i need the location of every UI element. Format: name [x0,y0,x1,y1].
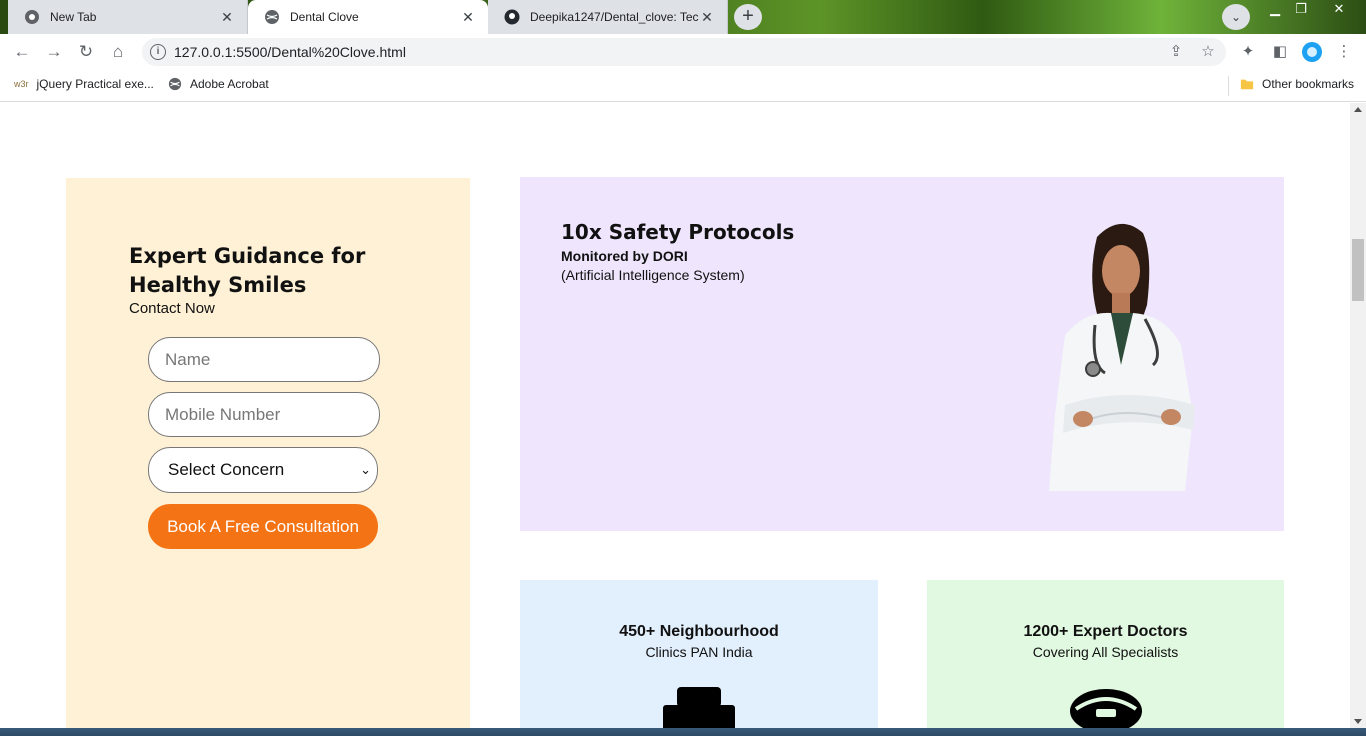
bookmark-label: jQuery Practical exe... [36,77,154,91]
chrome-icon [24,9,40,25]
address-bar[interactable]: i 127.0.0.1:5500/Dental%20Clove.html ⇪ ☆ [142,38,1226,66]
share-icon[interactable]: ⇪ [1167,43,1185,61]
info-icon[interactable]: i [150,44,166,60]
browser-toolbar: ← → ↻ ⌂ i 127.0.0.1:5500/Dental%20Clove.… [0,34,1366,70]
scroll-down-arrow-icon[interactable] [1354,719,1362,724]
concern-select-value: Select Concern [168,460,285,479]
page-scrollbar[interactable] [1350,103,1366,728]
reload-button[interactable]: ↻ [74,40,98,64]
safety-protocols-banner: 10x Safety Protocols Monitored by DORI (… [520,177,1284,531]
scrollbar-thumb[interactable] [1352,239,1364,301]
stat-subtitle: Clinics PAN India [645,644,753,660]
mobile-number-input[interactable]: Mobile Number [148,392,380,437]
side-panel-icon[interactable]: ◧ [1270,42,1290,62]
extensions-icon[interactable]: ✦ [1238,42,1258,62]
bookmarks-divider [1228,76,1229,96]
bookmarks-bar: w3r jQuery Practical exe... Adobe Acroba… [0,70,1366,102]
home-button[interactable]: ⌂ [106,40,130,64]
page-viewport: Expert Guidance for Healthy Smiles Conta… [0,103,1350,728]
doctors-stat-card: 1200+ Expert Doctors Covering All Specia… [927,580,1284,728]
hero-subtitle: Monitored by DORI [561,248,688,264]
menu-icon[interactable]: ⋮ [1334,42,1354,62]
clinics-stat-card: 450+ Neighbourhood Clinics PAN India [520,580,878,728]
minimize-icon[interactable]: ▁ [1262,0,1288,18]
phone-icon [1069,689,1142,728]
tab-dental-clove[interactable]: Dental Clove ✕ [248,0,488,34]
folder-icon [1240,77,1254,91]
tab-strip: New Tab ✕ Dental Clove ✕ Deepika1247/Den… [0,0,1366,34]
github-icon [504,9,520,25]
clinic-building-icon [663,687,735,728]
tab-title: Dental Clove [290,10,359,24]
url-text: 127.0.0.1:5500/Dental%20Clove.html [174,44,406,60]
hero-subtitle-secondary: (Artificial Intelligence System) [561,267,745,283]
bookmark-star-icon[interactable]: ☆ [1199,43,1217,61]
concern-select[interactable]: Select Concern ⌄ [148,447,378,493]
chevron-down-icon: ⌄ [360,462,371,477]
tab-title: Deepika1247/Dental_clove: Techn [530,10,699,24]
form-heading: Expert Guidance for Healthy Smiles [129,244,366,297]
close-icon[interactable]: ✕ [460,9,476,25]
name-input[interactable]: Name [148,337,380,382]
back-button[interactable]: ← [10,40,34,64]
stat-subtitle: Covering All Specialists [1032,644,1179,660]
globe-icon [168,77,182,91]
globe-icon [264,9,280,25]
close-window-icon[interactable]: ✕ [1326,0,1352,18]
restore-icon[interactable]: ❐ [1288,0,1314,18]
profile-avatar[interactable] [1302,42,1322,62]
book-consultation-button[interactable]: Book A Free Consultation [148,504,378,549]
stat-title: 450+ Neighbourhood [619,623,779,640]
bookmark-adobe-acrobat[interactable]: Adobe Acrobat [168,77,269,91]
hero-title: 10x Safety Protocols [561,220,795,244]
other-bookmarks-label: Other bookmarks [1262,77,1355,91]
new-tab-button[interactable]: + [734,4,762,30]
os-taskbar [0,728,1366,736]
bookmark-label: Adobe Acrobat [190,77,269,91]
contact-now-label: Contact Now [129,300,215,317]
w3resource-icon: w3r [14,79,29,89]
forward-button[interactable]: → [42,40,66,64]
close-icon[interactable]: ✕ [699,9,715,25]
scroll-up-arrow-icon[interactable] [1354,107,1362,112]
tab-search-button[interactable]: ⌄ [1222,4,1250,30]
tab-github[interactable]: Deepika1247/Dental_clove: Techn ✕ [488,0,728,34]
consultation-form-card: Expert Guidance for Healthy Smiles Conta… [66,178,470,728]
bookmark-jquery[interactable]: w3r jQuery Practical exe... [14,77,154,91]
tab-new-tab[interactable]: New Tab ✕ [8,0,248,34]
close-icon[interactable]: ✕ [219,9,235,25]
other-bookmarks[interactable]: Other bookmarks [1240,77,1354,91]
tab-title: New Tab [50,10,97,24]
stat-title: 1200+ Expert Doctors [1023,623,1188,640]
doctor-image [1049,223,1195,491]
